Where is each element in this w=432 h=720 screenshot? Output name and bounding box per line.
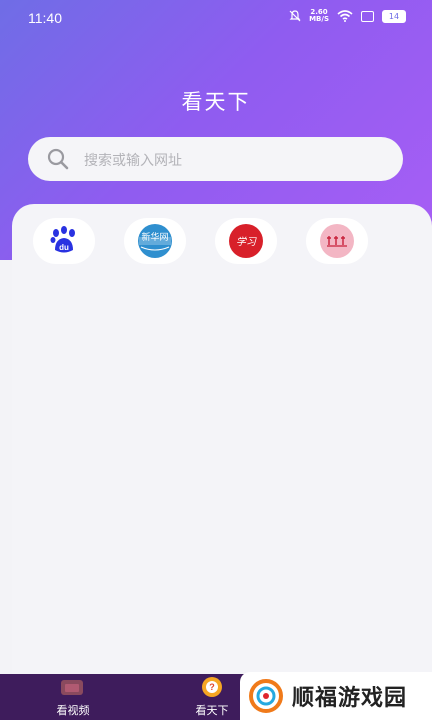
network-speed: 2.60 MB/S <box>309 9 329 23</box>
shortcut-xinhua[interactable]: 新华网 <box>124 218 186 264</box>
shortcut-baidu[interactable]: du <box>33 218 95 264</box>
status-icons: 2.60 MB/S 14 <box>289 9 406 23</box>
search-input[interactable]: 搜索或输入网址 <box>28 137 403 181</box>
status-time: 11:40 <box>28 10 62 26</box>
watermark: 顺福游戏园 <box>240 672 432 720</box>
svg-text:?: ? <box>209 682 215 692</box>
baidu-label: du <box>59 243 69 252</box>
shortcut-xuexi[interactable]: 学习 <box>215 218 277 264</box>
search-placeholder: 搜索或输入网址 <box>84 153 182 169</box>
video-icon <box>61 680 83 695</box>
watermark-logo-icon <box>249 679 283 713</box>
globe-icon: ? <box>202 677 222 697</box>
nav-item-video[interactable]: 看视频 <box>33 674 113 720</box>
network-speed-unit: MB/S <box>309 15 329 23</box>
shortcut-panel <box>12 204 432 674</box>
battery-icon: 14 <box>382 9 406 23</box>
nav-label-video: 看视频 <box>56 704 90 717</box>
xinhua-label: 新华网 <box>141 231 168 243</box>
wifi-icon <box>337 10 353 22</box>
sim-icon <box>361 10 374 22</box>
xuexi-label: 学习 <box>236 236 257 248</box>
page-title: 看天下 <box>181 90 251 114</box>
watermark-text: 顺福游戏园 <box>292 686 408 711</box>
shortcut-site4[interactable] <box>306 218 368 264</box>
status-bar: 11:40 2.60 MB/S 14 <box>0 0 432 36</box>
xinhua-logo-icon: 新华网 <box>138 224 172 258</box>
search-icon <box>47 148 69 170</box>
xuexi-logo-icon: 学习 <box>229 224 263 258</box>
baidu-paw-icon: du <box>50 226 75 253</box>
site4-logo-icon <box>320 224 354 258</box>
bell-muted-icon <box>289 10 301 22</box>
